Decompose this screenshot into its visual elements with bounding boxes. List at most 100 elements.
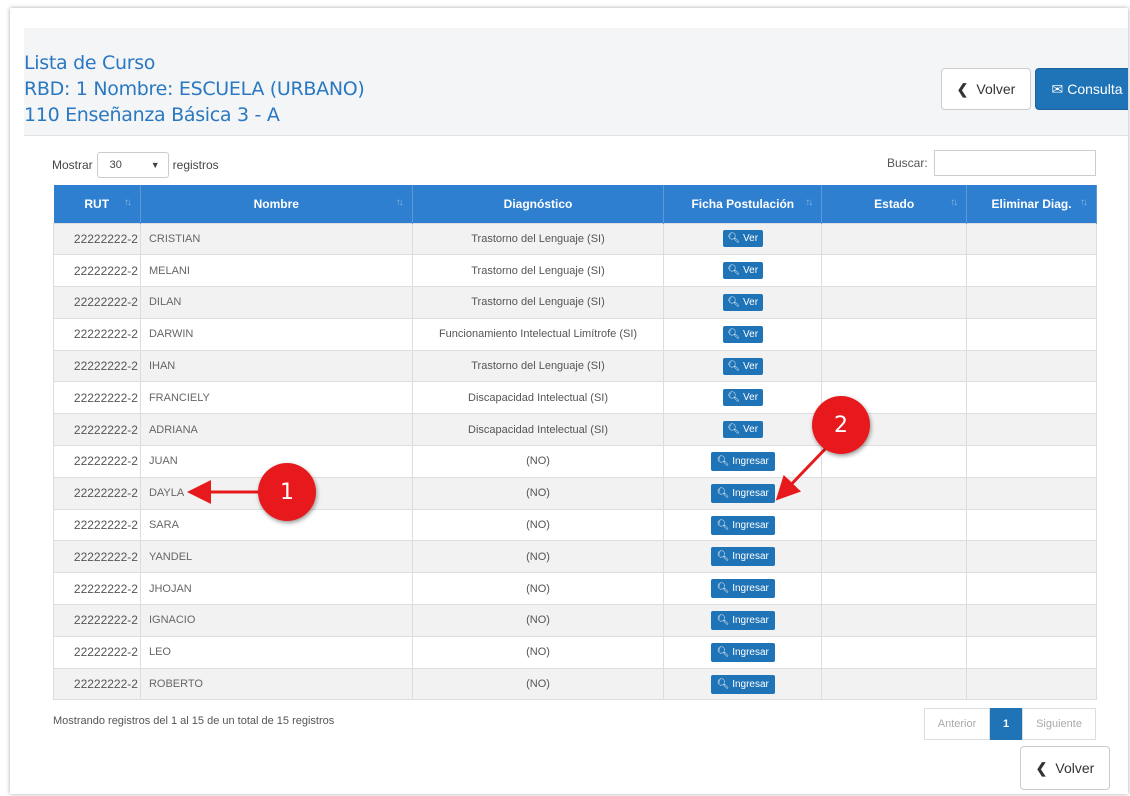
sort-icon: ↑↓	[123, 197, 132, 208]
column-header-estado[interactable]: Estado ↑↓	[821, 185, 968, 223]
ver-button[interactable]: 🔍︎ Ver	[722, 357, 764, 375]
cell-rut: 22222222-2	[53, 445, 141, 478]
column-header-eliminar[interactable]: Eliminar Diag. ↑↓	[966, 185, 1097, 223]
cell-estado	[821, 476, 968, 510]
table-row: 22222222-2 JUAN (NO) 🔍︎ Ingresar	[53, 445, 1097, 478]
back-button-bottom[interactable]: ❮ Volver	[1020, 746, 1110, 790]
app-window: Lista de Curso RBD: 1 Nombre: ESCUELA (U…	[10, 8, 1128, 794]
pagination-next[interactable]: Siguiente	[1022, 708, 1096, 740]
page-size-control: Mostrar 30 ▼ registros	[52, 152, 219, 178]
cell-rut: 22222222-2	[53, 476, 141, 510]
page-title: Lista de Curso	[24, 52, 156, 74]
search-icon: 🔍︎	[716, 678, 733, 690]
cell-nombre: CRISTIAN	[139, 222, 413, 256]
cell-rut: 22222222-2	[53, 667, 141, 701]
ver-button[interactable]: 🔍︎ Ver	[722, 325, 764, 343]
ver-button[interactable]: 🔍︎ Ver	[722, 230, 764, 248]
cell-ficha: 🔍︎ Ver	[663, 286, 823, 319]
cell-eliminar	[966, 667, 1097, 701]
table-row: 22222222-2 DILAN Trastorno del Lenguaje (S…	[53, 286, 1097, 319]
table-row: 22222222-2 CRISTIAN Trastorno del Lenguaje…	[53, 222, 1097, 256]
search-icon: 🔍︎	[716, 487, 733, 499]
cell-eliminar	[966, 286, 1097, 319]
action-label: Ver	[743, 392, 759, 404]
ingresar-button[interactable]: 🔍︎ Ingresar	[710, 451, 775, 471]
cell-estado	[821, 349, 968, 383]
ver-button[interactable]: 🔍︎ Ver	[722, 293, 764, 311]
action-label: Ingresar	[732, 646, 769, 658]
cell-estado	[821, 572, 968, 606]
cell-diagnostico: (NO)	[411, 445, 665, 478]
cell-rut: 22222222-2	[53, 286, 141, 319]
action-label: Ver	[743, 233, 759, 245]
column-header-rut[interactable]: RUT ↑↓	[53, 185, 141, 223]
table-row: 22222222-2 DAYLA (NO) 🔍︎ Ingresar	[53, 476, 1097, 510]
search-control: Buscar:	[887, 150, 1096, 176]
table-header-row: RUT ↑↓ Nombre ↑↓ Diagnóstico Ficha Postula…	[53, 185, 1097, 223]
cell-nombre: DARWIN	[139, 317, 413, 351]
pagination-page-1[interactable]: 1	[990, 708, 1022, 740]
ver-button[interactable]: 🔍︎ Ver	[722, 421, 764, 439]
column-header-diagnostico[interactable]: Diagnóstico	[412, 185, 665, 223]
pagination-previous[interactable]: Anterior	[924, 708, 990, 740]
ver-button[interactable]: 🔍︎ Ver	[722, 389, 764, 407]
cell-diagnostico: Funcionamiento Intelectual Limítrofe (SI…	[411, 317, 665, 351]
cell-nombre: ROBERTO	[139, 667, 413, 701]
search-icon: 🔍︎	[727, 328, 744, 340]
cell-rut: 22222222-2	[53, 508, 141, 542]
cell-nombre: YANDEL	[139, 540, 413, 574]
cell-nombre: IGNACIO	[139, 604, 413, 637]
ingresar-button[interactable]: 🔍︎ Ingresar	[710, 515, 775, 535]
cell-ficha: 🔍︎ Ingresar	[663, 540, 823, 574]
cell-ficha: 🔍︎ Ingresar	[663, 604, 823, 637]
cell-ficha: 🔍︎ Ingresar	[663, 445, 823, 478]
cell-eliminar	[966, 445, 1097, 478]
search-label: Buscar:	[887, 156, 928, 170]
cell-eliminar	[966, 508, 1097, 542]
ingresar-button[interactable]: 🔍︎ Ingresar	[710, 610, 775, 630]
ver-button[interactable]: 🔍︎ Ver	[722, 262, 764, 280]
back-button[interactable]: ❮ Volver	[941, 68, 1031, 110]
cell-eliminar	[966, 381, 1097, 415]
cell-nombre: FRANCIELY	[139, 381, 413, 415]
cell-nombre: LEO	[139, 635, 413, 669]
action-label: Ingresar	[732, 678, 769, 690]
action-label: Ingresar	[732, 519, 769, 531]
cell-eliminar	[966, 317, 1097, 351]
cell-estado	[821, 667, 968, 701]
cell-rut: 22222222-2	[53, 349, 141, 383]
table-row: 22222222-2 LEO (NO) 🔍︎ Ingresar	[53, 635, 1097, 669]
search-icon: 🔍︎	[716, 455, 733, 467]
column-header-ficha[interactable]: Ficha Postulación ↑↓	[663, 185, 823, 223]
cell-nombre: ADRIANA	[139, 413, 413, 447]
ingresar-button[interactable]: 🔍︎ Ingresar	[710, 674, 775, 694]
cell-ficha: 🔍︎ Ver	[663, 254, 823, 288]
cell-rut: 22222222-2	[53, 540, 141, 574]
page-size-value: 30	[109, 159, 122, 171]
cell-ficha: 🔍︎ Ver	[663, 381, 823, 415]
table-row: 22222222-2 IGNACIO (NO) 🔍︎ Ingresar	[53, 604, 1097, 637]
search-icon: 🔍︎	[727, 233, 744, 245]
cell-diagnostico: (NO)	[411, 604, 665, 637]
table-row: 22222222-2 ADRIANA Discapacidad Intelectua…	[53, 413, 1097, 447]
ingresar-button[interactable]: 🔍︎ Ingresar	[710, 547, 775, 567]
table-row: 22222222-2 YANDEL (NO) 🔍︎ Ingresar	[53, 540, 1097, 574]
search-input[interactable]	[933, 150, 1096, 176]
ingresar-button[interactable]: 🔍︎ Ingresar	[710, 483, 775, 503]
cell-rut: 22222222-2	[53, 254, 141, 288]
table-row: 22222222-2 JHOJAN (NO) 🔍︎ Ingresar	[53, 572, 1097, 606]
cell-rut: 22222222-2	[53, 317, 141, 351]
cell-nombre: DILAN	[139, 286, 413, 319]
cell-rut: 22222222-2	[53, 381, 141, 415]
action-label: Ver	[743, 360, 759, 372]
annotation-callout-1: 1	[258, 463, 316, 521]
page-size-select[interactable]: 30 ▼	[96, 152, 169, 178]
column-header-nombre[interactable]: Nombre ↑↓	[140, 185, 413, 223]
ingresar-button[interactable]: 🔍︎ Ingresar	[710, 579, 775, 599]
consulta-button[interactable]: ✉ Consulta	[1035, 68, 1128, 110]
cell-estado	[821, 254, 968, 288]
sort-icon: ↑↓	[805, 197, 813, 208]
cell-eliminar	[966, 222, 1097, 256]
ingresar-button[interactable]: 🔍︎ Ingresar	[710, 642, 775, 662]
cell-ficha: 🔍︎ Ingresar	[663, 572, 823, 606]
